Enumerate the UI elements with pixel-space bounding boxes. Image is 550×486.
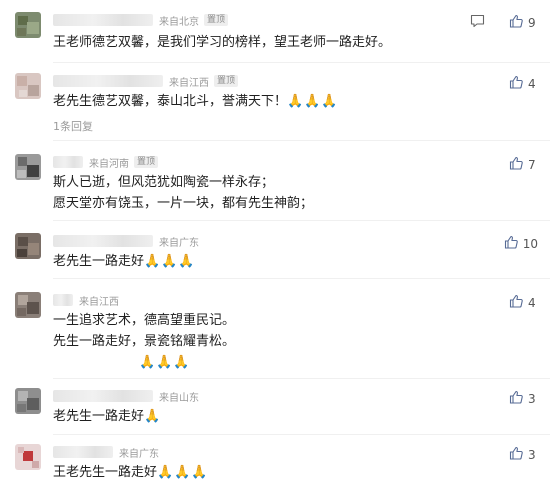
location-label: 来自山东 (159, 392, 199, 404)
comment-meta: 来自广东 (53, 445, 164, 460)
comment-text: 斯人已逝，但风范犹如陶瓷一样永存； 愿天堂亦有饶玉，一片一块，都有先生神韵； (53, 172, 313, 214)
like-button[interactable]: 4 (509, 293, 538, 312)
avatar[interactable] (15, 388, 41, 414)
comment-actions: 4 (509, 293, 538, 312)
thumbs-up-icon (504, 234, 519, 253)
like-button[interactable]: 9 (509, 13, 538, 32)
comment-line-text: 老先生一路走好 (53, 254, 145, 269)
replies-link[interactable]: 1条回复 (53, 118, 93, 134)
like-count: 7 (528, 157, 536, 172)
blurred-username (53, 14, 153, 26)
comment-line: 老先生德艺双馨，泰山北斗，誉满天下！🙏🙏🙏 (53, 91, 339, 112)
divider (53, 434, 550, 435)
blurred-username (53, 294, 73, 306)
comment-actions: 10 (504, 234, 538, 253)
divider (53, 62, 550, 63)
comment-line: 王老师德艺双馨，是我们学习的榜样，望王老师一路走好。 (53, 35, 392, 50)
reply-icon[interactable] (470, 13, 485, 32)
blurred-username (53, 156, 83, 168)
praying-hands-icon: 🙏🙏🙏 (157, 465, 209, 480)
like-button[interactable]: 3 (509, 445, 538, 464)
like-count: 9 (528, 15, 536, 30)
comment-line: 愿天堂亦有饶玉，一片一块，都有先生神韵； (53, 196, 314, 211)
avatar[interactable] (15, 444, 41, 470)
location-label: 来自广东 (119, 448, 159, 460)
divider (53, 378, 550, 379)
avatar[interactable] (15, 154, 41, 180)
thumbs-up-icon (509, 445, 524, 464)
divider (53, 140, 550, 141)
comment-actions: 9 (470, 13, 538, 32)
blurred-username (53, 235, 153, 247)
blurred-username (53, 75, 163, 87)
comment-line: 斯人已逝，但风范犹如陶瓷一样永存； (53, 175, 275, 190)
avatar[interactable] (15, 233, 41, 259)
like-button[interactable]: 3 (509, 389, 538, 408)
comment-meta: 来自河南 置顶 (53, 155, 159, 170)
location-label: 来自河南 (89, 158, 129, 170)
pinned-badge: 置顶 (134, 156, 159, 168)
comment-meta: 来自广东 (53, 234, 204, 249)
comment-meta: 来自江西 置顶 (53, 74, 239, 89)
comment-actions: 4 (509, 74, 538, 93)
praying-hands-icon: 🙏🙏🙏 (287, 94, 339, 109)
comment-text: 老先生德艺双馨，泰山北斗，誉满天下！🙏🙏🙏 (53, 91, 339, 112)
location-label: 来自广东 (159, 237, 199, 249)
like-button[interactable]: 4 (509, 74, 538, 93)
thumbs-up-icon (509, 389, 524, 408)
avatar[interactable] (15, 12, 41, 38)
thumbs-up-icon (509, 293, 524, 312)
pinned-badge: 置顶 (214, 75, 239, 87)
comment-line-text: 王老先生一路走好 (53, 465, 158, 480)
comment-page: { "comments": [ { "location": "来自北京", "b… (0, 0, 550, 486)
comment-line: 一生追求艺术，德高望重民记。 (53, 313, 236, 328)
praying-hands-icon: 🙏🙏🙏 (144, 254, 196, 269)
comment-line-text: 老先生一路走好 (53, 409, 145, 424)
comment-text: 王老师德艺双馨，是我们学习的榜样，望王老师一路走好。 (53, 32, 391, 53)
like-count: 3 (528, 391, 536, 406)
comment-line: 老先生一路走好🙏🙏🙏 (53, 251, 196, 272)
like-button[interactable]: 10 (504, 234, 538, 253)
comment-meta: 来自北京 置顶 (53, 13, 229, 28)
location-label: 来自江西 (79, 296, 119, 308)
praying-hands-icon: 🙏🙏🙏 (139, 355, 191, 370)
comment-line: 老先生一路走好🙏 (53, 406, 161, 427)
location-label: 来自北京 (159, 16, 199, 28)
thumbs-up-icon (509, 155, 524, 174)
divider (53, 220, 550, 221)
comment-text: 老先生一路走好🙏🙏🙏 (53, 251, 196, 272)
comment-text: 老先生一路走好🙏 (53, 406, 161, 427)
thumbs-up-icon (509, 13, 524, 32)
comment-line: 王老先生一路走好🙏🙏🙏 (53, 462, 209, 483)
location-label: 来自江西 (169, 77, 209, 89)
praying-hands-icon: 🙏 (144, 409, 162, 424)
comment-line: 先生一路走好，景瓷铭耀青松。 (53, 334, 236, 349)
like-count: 3 (528, 447, 536, 462)
like-button[interactable]: 7 (509, 155, 538, 174)
blurred-username (53, 446, 113, 458)
pinned-badge: 置顶 (204, 14, 229, 26)
thumbs-up-icon (509, 74, 524, 93)
avatar[interactable] (15, 292, 41, 318)
like-count: 4 (528, 76, 536, 91)
comment-actions: 7 (509, 155, 538, 174)
blurred-username (53, 390, 153, 402)
comment-line-text: 老先生德艺双馨，泰山北斗，誉满天下！ (53, 94, 288, 109)
like-count: 4 (528, 295, 536, 310)
divider (53, 278, 550, 279)
avatar[interactable] (15, 73, 41, 99)
like-count: 10 (522, 236, 538, 251)
comment-text: 一生追求艺术，德高望重民记。 先生一路走好，景瓷铭耀青松。 🙏🙏🙏 (53, 310, 235, 373)
comment-meta: 来自江西 (53, 293, 124, 308)
comment-meta: 来自山东 (53, 389, 204, 404)
comment-actions: 3 (509, 445, 538, 464)
comment-text: 王老先生一路走好🙏🙏🙏 (53, 462, 209, 483)
comment-actions: 3 (509, 389, 538, 408)
comment-line: 🙏🙏🙏 (53, 352, 235, 373)
